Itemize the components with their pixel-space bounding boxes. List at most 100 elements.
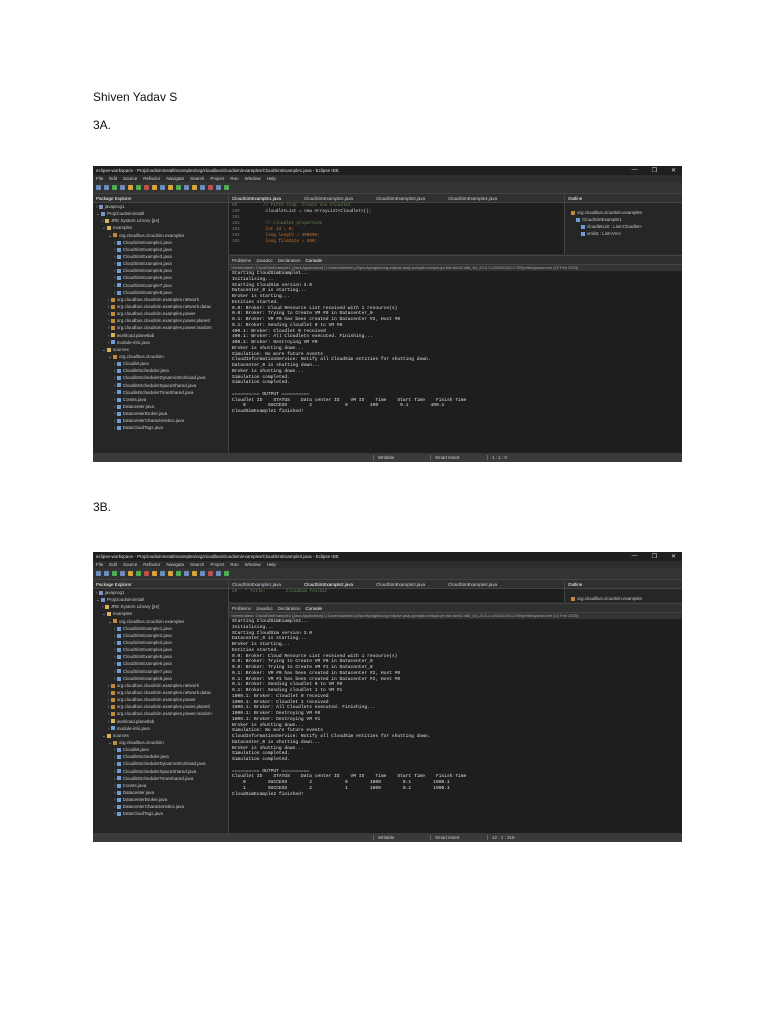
tree-item[interactable]: ⌄ org.cloudbus.cloudsim [93, 739, 228, 746]
toolbar-button-icon[interactable] [192, 571, 197, 576]
tree-item[interactable]: › module-info.java [93, 339, 228, 346]
tab-declaration[interactable]: Declaration [278, 258, 301, 263]
tree-item[interactable]: › org.cloudbus.cloudsim.examples.power.p… [93, 317, 228, 324]
outline-item[interactable]: CloudSimExample1 [565, 216, 682, 223]
menu-search[interactable]: Search [190, 176, 204, 181]
toolbar-button-icon[interactable] [216, 185, 221, 190]
tree-item[interactable]: ⌄ Projcloudsiminstall [93, 210, 228, 217]
toolbar-button-icon[interactable] [184, 571, 189, 576]
toolbar-button-icon[interactable] [176, 185, 181, 190]
tree-item[interactable]: › org.cloudbus.cloudsim.examples.power.r… [93, 710, 228, 717]
tree-item[interactable]: › JRE System Library [jre] [93, 217, 228, 224]
tree-item[interactable]: › DatacenterCharacteristics.java [93, 417, 228, 424]
tree-item[interactable]: › Datacenter.java [93, 403, 228, 410]
toolbar-button-icon[interactable] [112, 185, 117, 190]
tree-item[interactable]: › Consts.java [93, 782, 228, 789]
minimize-button[interactable]: — [632, 167, 638, 174]
menu-edit[interactable]: Edit [109, 176, 117, 181]
menu-source[interactable]: Source [123, 562, 137, 567]
tree-item[interactable]: › org.cloudbus.cloudsim.examples.power [93, 310, 228, 317]
outline-item[interactable]: org.cloudbus.cloudsim.examples [565, 595, 682, 602]
menu-navigate[interactable]: Navigate [166, 562, 184, 567]
tree-item[interactable]: › CloudletSchedulerSpaceShared.java [93, 768, 228, 775]
tree-item[interactable]: › CloudSimExample4.java [93, 646, 228, 653]
tree-item[interactable]: › CloudSimExample6.java [93, 660, 228, 667]
toolbar-button-icon[interactable] [168, 571, 173, 576]
tree-item[interactable]: › CloudSimExample6.java [93, 274, 228, 281]
maximize-button[interactable]: ❐ [652, 167, 657, 174]
tree-item[interactable]: › org.cloudbus.cloudsim.examples.power [93, 696, 228, 703]
tree-item[interactable]: › CloudSimExample3.java [93, 253, 228, 260]
tree-item[interactable]: ⌄ org.cloudbus.cloudsim [93, 353, 228, 360]
tree-item[interactable]: › CloudletSchedulerSpaceShared.java [93, 382, 228, 389]
editor-tab[interactable]: CloudSimExample3.java [376, 196, 425, 201]
toolbar-button-icon[interactable] [112, 571, 117, 576]
tree-item[interactable]: › org.cloudbus.cloudsim.examples.power.r… [93, 324, 228, 331]
tree-item[interactable]: ⌄ org.cloudbus.cloudsim.examples [93, 618, 228, 625]
toolbar-button-icon[interactable] [208, 571, 213, 576]
tree-item[interactable]: ⌄ org.cloudbus.cloudsim.examples [93, 232, 228, 239]
tree-item[interactable]: › CloudSimExample7.java [93, 668, 228, 675]
menu-file[interactable]: File [96, 562, 103, 567]
tree-item[interactable]: › CloudSimExample8.java [93, 675, 228, 682]
menu-help[interactable]: Help [267, 562, 276, 567]
toolbar-button-icon[interactable] [200, 185, 205, 190]
menu-file[interactable]: File [96, 176, 103, 181]
toolbar-button-icon[interactable] [96, 185, 101, 190]
toolbar-button-icon[interactable] [152, 571, 157, 576]
toolbar-button-icon[interactable] [136, 571, 141, 576]
package-explorer-tab[interactable]: Package Explorer [93, 194, 228, 203]
tree-item[interactable]: ⌄ Projcloudsiminstall [93, 596, 228, 603]
tree-item[interactable]: › CloudSimExample8.java [93, 289, 228, 296]
tree-item[interactable]: › Cloudlet.java [93, 360, 228, 367]
tree-item[interactable]: › CloudSimExample1.java [93, 239, 228, 246]
tree-item[interactable]: ⌄ sources [93, 732, 228, 739]
tree-item[interactable]: › CloudSimExample1.java [93, 625, 228, 632]
toolbar-button-icon[interactable] [152, 185, 157, 190]
tree-item[interactable]: › CloudSimExample3.java [93, 639, 228, 646]
menu-refactor[interactable]: Refactor [143, 176, 160, 181]
toolbar-button-icon[interactable] [224, 185, 229, 190]
tree-item[interactable]: › DatacenterBroker.java [93, 796, 228, 803]
close-button[interactable]: ✕ [671, 553, 676, 560]
tree-item[interactable]: › org.cloudbus.cloudsim.examples.network… [93, 303, 228, 310]
toolbar-button-icon[interactable] [128, 185, 133, 190]
tree-item[interactable]: › Consts.java [93, 396, 228, 403]
menu-project[interactable]: Project [210, 176, 224, 181]
minimize-button[interactable]: — [632, 553, 638, 560]
toolbar-button-icon[interactable] [176, 571, 181, 576]
tab-problems[interactable]: Problems [232, 606, 251, 611]
tree-item[interactable]: › DataCloudTags.java [93, 810, 228, 817]
console-output[interactable]: Starting CloudSimExample1... Initialising… [229, 271, 682, 415]
toolbar-button-icon[interactable] [104, 185, 109, 190]
toolbar-button-icon[interactable] [168, 185, 173, 190]
tree-item[interactable]: › javaprog1 [93, 589, 228, 596]
toolbar-button-icon[interactable] [96, 571, 101, 576]
tree-item[interactable]: ⌄ sources [93, 346, 228, 353]
menu-window[interactable]: Window [245, 562, 261, 567]
tree-item[interactable]: › workload.planetlab [93, 718, 228, 725]
tree-item[interactable]: › CloudSimExample4.java [93, 260, 228, 267]
menu-navigate[interactable]: Navigate [166, 176, 184, 181]
tab-problems[interactable]: Problems [232, 258, 251, 263]
tree-item[interactable]: › workload.planetlab [93, 332, 228, 339]
tab-javadoc[interactable]: Javadoc [256, 606, 273, 611]
tab-declaration[interactable]: Declaration [278, 606, 301, 611]
tree-item[interactable]: › CloudSimExample7.java [93, 282, 228, 289]
tree-item[interactable]: › CloudSimExample5.java [93, 653, 228, 660]
tree-item[interactable]: › CloudSimExample5.java [93, 267, 228, 274]
editor-tab[interactable]: CloudSimExample4.java [448, 582, 497, 587]
tree-item[interactable]: › DatacenterBroker.java [93, 410, 228, 417]
toolbar-button-icon[interactable] [216, 571, 221, 576]
tree-item[interactable]: ⌄ examples [93, 224, 228, 231]
menu-edit[interactable]: Edit [109, 562, 117, 567]
menu-search[interactable]: Search [190, 562, 204, 567]
toolbar-button-icon[interactable] [208, 185, 213, 190]
console-output[interactable]: Starting CloudSimExample2... Initialising… [229, 619, 682, 797]
editor-tab[interactable]: CloudSimExample2.java [304, 196, 353, 201]
toolbar-button-icon[interactable] [184, 185, 189, 190]
menu-run[interactable]: Run [230, 562, 238, 567]
tree-item[interactable]: › CloudletSchedulerTimeShared.java [93, 389, 228, 396]
tree-item[interactable]: › DatacenterCharacteristics.java [93, 803, 228, 810]
toolbar-button-icon[interactable] [192, 185, 197, 190]
